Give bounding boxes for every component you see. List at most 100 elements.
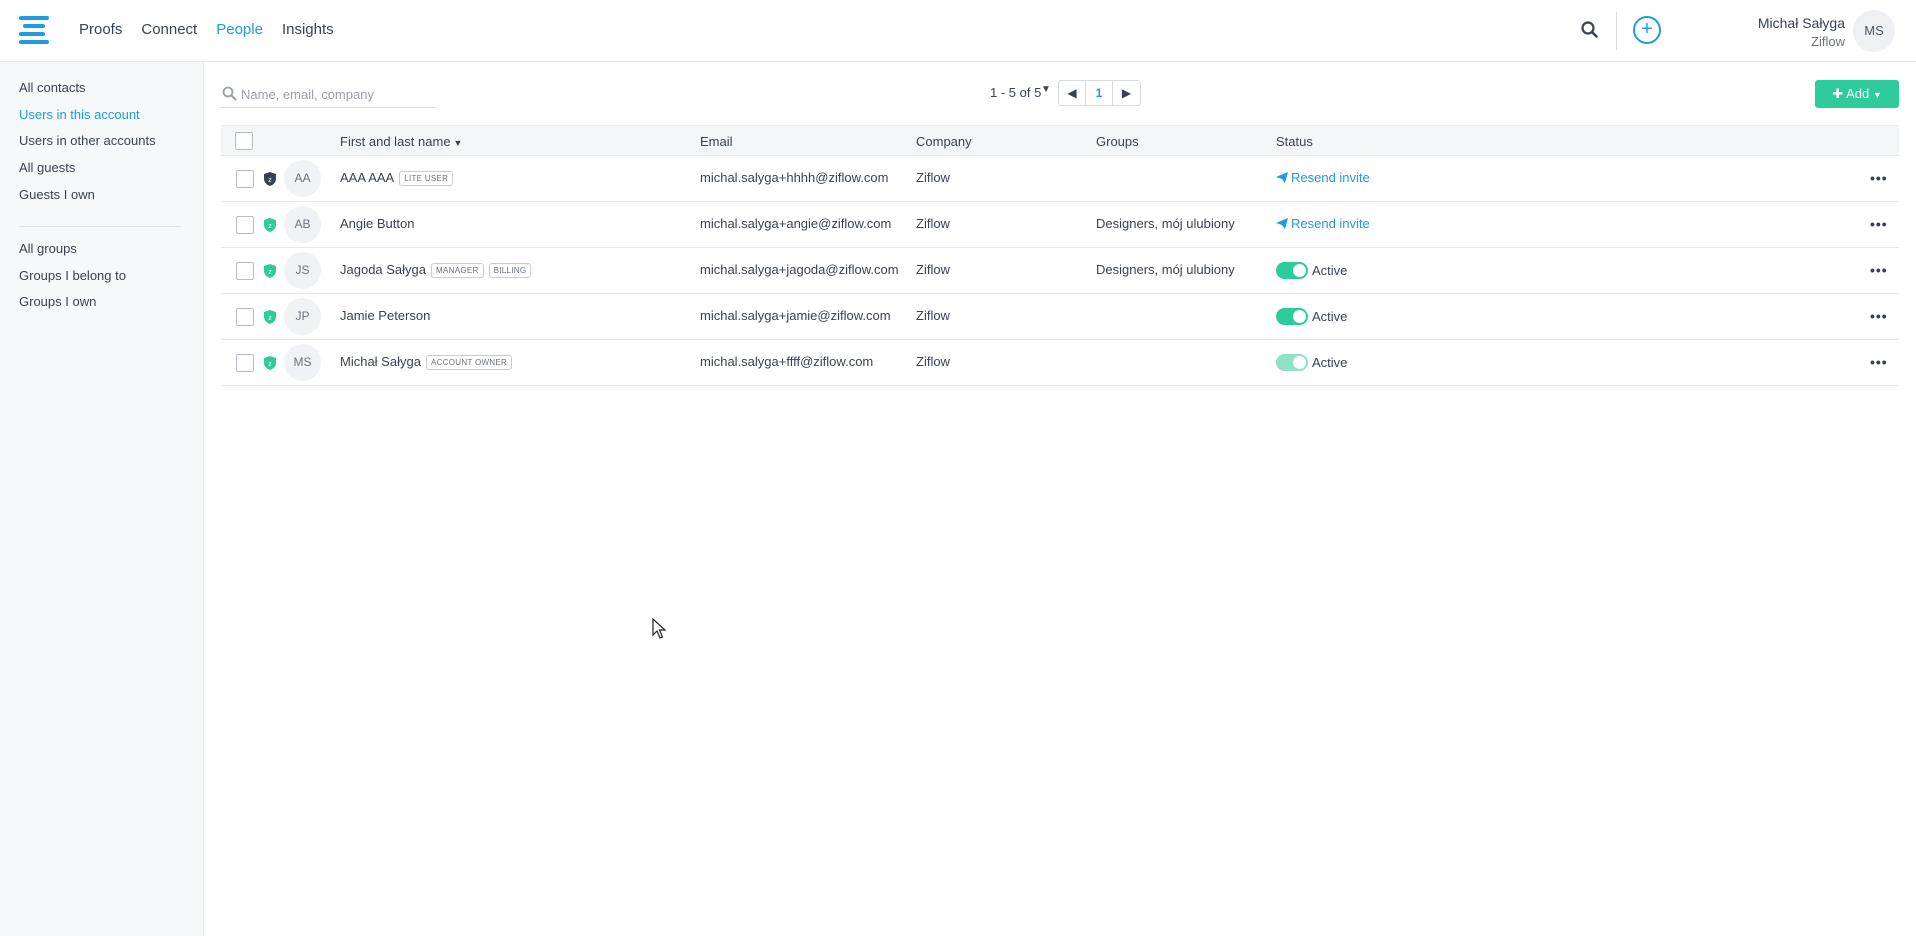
shield-icon: z [264,356,276,370]
mouse-cursor-icon [652,618,666,639]
table-row[interactable]: z AB Angie Button michal.salyga+angie@zi… [221,202,1899,248]
sidebar: All contacts Users in this account Users… [0,62,204,936]
header-company[interactable]: Company [916,134,972,149]
table-row[interactable]: z MS Michał Sałyga ACCOUNT OWNER michal.s… [221,340,1899,386]
role-badge: MANAGER [431,263,484,278]
plus-icon: ✚ [1832,86,1844,101]
create-plus-icon[interactable]: + [1633,16,1661,44]
user-name-cell[interactable]: Michał Sałyga ACCOUNT OWNER [340,354,513,370]
user-name-cell[interactable]: Jamie Peterson [340,308,430,323]
more-options-icon[interactable]: ••• [1870,216,1888,232]
company-cell: Ziflow [916,262,950,277]
row-checkbox[interactable] [236,170,254,188]
resend-invite-link[interactable]: Resend invite [1276,216,1370,231]
search-icon[interactable] [1580,20,1600,40]
pagination-caret-icon[interactable]: ▼ [1041,84,1051,95]
status-cell: Active [1276,354,1347,371]
sidebar-item-users-in-this-account[interactable]: Users in this account [19,107,140,122]
sidebar-divider [19,226,181,227]
table-row[interactable]: z JP Jamie Peterson michal.salyga+jamie@… [221,294,1899,340]
shield-icon: z [264,310,276,324]
user-name-cell[interactable]: Jagoda Sałyga MANAGER BILLING [340,262,532,278]
svg-text:z: z [268,269,272,276]
paper-plane-icon [1276,172,1288,183]
prev-page-icon[interactable]: ◀ [1059,81,1086,105]
nav-connect[interactable]: Connect [141,21,197,38]
sidebar-item-groups-i-own[interactable]: Groups I own [19,294,96,309]
table-row[interactable]: z JS Jagoda Sałyga MANAGER BILLING michal.… [221,248,1899,294]
active-toggle[interactable] [1276,308,1308,325]
more-options-icon[interactable]: ••• [1870,170,1888,186]
sidebar-item-groups-i-belong-to[interactable]: Groups I belong to [19,268,126,283]
status-label: Active [1312,309,1348,324]
nav-insights[interactable]: Insights [282,21,334,38]
next-page-icon[interactable]: ▶ [1113,81,1140,105]
people-table: First and last name ▼ Email Company Group… [221,125,1899,386]
sidebar-item-guests-i-own[interactable]: Guests I own [19,187,95,202]
email-cell: michal.salyga+ffff@ziflow.com [700,354,874,369]
header-name[interactable]: First and last name ▼ [340,134,462,149]
status-cell: Active [1276,308,1347,325]
people-search [221,82,435,108]
add-button-label: Add [1846,86,1870,101]
sidebar-item-all-contacts[interactable]: All contacts [19,80,85,95]
svg-text:z: z [268,177,272,184]
role-badge: LITE USER [399,171,454,186]
svg-text:z: z [268,361,272,368]
status-cell: Active [1276,262,1347,279]
avatar: MS [284,344,321,381]
header-groups[interactable]: Groups [1096,134,1139,149]
active-toggle[interactable] [1276,354,1308,371]
ziflow-logo-icon[interactable] [19,16,49,44]
email-cell: michal.salyga+angie@ziflow.com [700,216,892,231]
status-label: Active [1312,263,1348,278]
company-cell: Ziflow [916,170,950,185]
select-all-checkbox[interactable] [235,132,253,150]
nav-proofs[interactable]: Proofs [79,21,122,38]
shield-icon: z [264,218,276,232]
table-header: First and last name ▼ Email Company Group… [221,125,1899,156]
user-name[interactable]: Michał Sałyga [1758,15,1845,31]
pagination-summary[interactable]: 1 - 5 of 5 [990,85,1041,100]
user-name-cell[interactable]: AAA AAA LITE USER [340,170,454,186]
chevron-down-icon: ▼ [1872,90,1882,100]
avatar: JP [284,298,321,335]
sidebar-item-all-groups[interactable]: All groups [19,241,77,256]
more-options-icon[interactable]: ••• [1870,354,1888,370]
user-organization: Ziflow [1811,34,1845,49]
current-page-button[interactable]: 1 [1086,81,1113,105]
status-cell: Resend invite [1276,216,1370,231]
user-name-cell[interactable]: Angie Button [340,216,414,231]
role-badge: BILLING [488,263,532,278]
status-label: Active [1312,355,1348,370]
row-checkbox[interactable] [236,308,254,326]
email-cell: michal.salyga+jagoda@ziflow.com [700,262,899,277]
more-options-icon[interactable]: ••• [1870,262,1888,278]
add-button[interactable]: ✚ Add ▼ [1815,80,1899,108]
avatar: AB [284,206,321,243]
role-badge: ACCOUNT OWNER [425,355,513,370]
search-input[interactable] [241,84,431,104]
more-options-icon[interactable]: ••• [1870,308,1888,324]
email-cell: michal.salyga+jamie@ziflow.com [700,308,891,323]
email-cell: michal.salyga+hhhh@ziflow.com [700,170,889,185]
header-email[interactable]: Email [700,134,733,149]
sort-caret-icon: ▼ [453,138,463,148]
row-checkbox[interactable] [236,354,254,372]
header-status[interactable]: Status [1276,134,1313,149]
resend-invite-link[interactable]: Resend invite [1276,170,1370,185]
sidebar-item-all-guests[interactable]: All guests [19,160,75,175]
sidebar-item-users-in-other-accounts[interactable]: Users in other accounts [19,133,156,148]
row-checkbox[interactable] [236,216,254,234]
table-row[interactable]: z AA AAA AAA LITE USER michal.salyga+hhhh… [221,156,1899,202]
shield-icon: z [264,172,276,186]
active-toggle[interactable] [1276,262,1308,279]
header-divider [1616,12,1617,50]
search-field-icon [222,86,237,101]
groups-cell: Designers, mój ulubiony [1096,262,1235,277]
user-avatar[interactable]: MS [1853,10,1895,52]
shield-icon: z [264,264,276,278]
row-checkbox[interactable] [236,262,254,280]
nav-people[interactable]: People [216,21,263,38]
avatar: AA [284,160,321,197]
